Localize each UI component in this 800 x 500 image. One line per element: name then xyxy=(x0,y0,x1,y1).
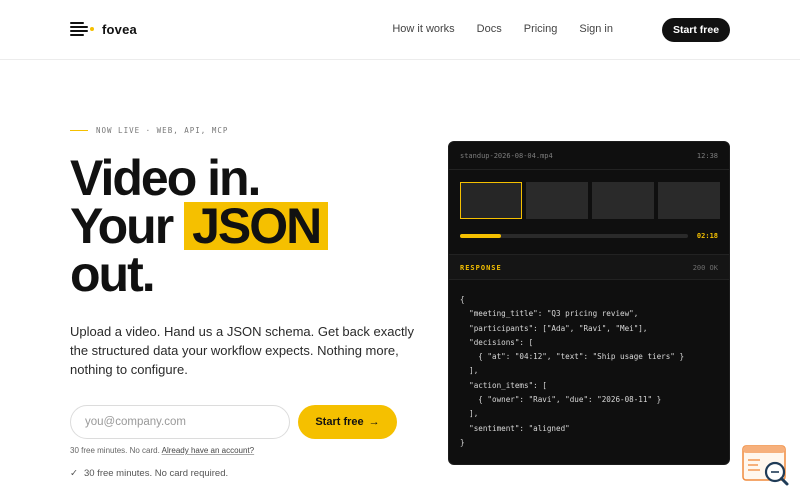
fine-print-text: 30 free minutes. No card. xyxy=(70,446,160,455)
nav-start-free-button[interactable]: Start free xyxy=(662,18,730,42)
demo-panel: standup-2026-08-04.mp4 12:38 02:18 RESPO… xyxy=(448,141,730,465)
search-document-icon[interactable] xyxy=(742,444,790,490)
eyebrow-line xyxy=(70,129,88,132)
video-progress-bar[interactable] xyxy=(460,234,688,238)
json-line: "decisions": [ xyxy=(460,337,534,347)
response-bar: RESPONSE 200 OK xyxy=(449,254,729,280)
video-progress-time: 02:18 xyxy=(696,232,718,240)
headline-line-1: Video in. xyxy=(70,150,261,206)
response-status: 200 OK xyxy=(692,264,718,272)
start-free-label: Start free xyxy=(315,416,364,428)
video-thumbnail[interactable] xyxy=(592,182,654,219)
json-line: "participants": ["Ada", "Ravi", "Mei"], xyxy=(460,323,648,333)
sign-in-link[interactable]: Already have an account? xyxy=(162,446,255,455)
video-thumbnail[interactable] xyxy=(658,182,720,219)
email-placeholder: you@company.com xyxy=(85,416,186,428)
nav-link-sign-in[interactable]: Sign in xyxy=(579,23,613,35)
brand-logo[interactable]: fovea xyxy=(70,21,137,37)
start-free-button[interactable]: Start free → xyxy=(298,405,397,439)
json-response: { "meeting_title": "Q3 pricing review", … xyxy=(460,293,684,450)
check-note-text: 30 free minutes. No card required. xyxy=(83,468,229,479)
check-note: ✓ 30 free minutes. No card required. xyxy=(70,468,228,479)
response-label: RESPONSE xyxy=(460,264,502,272)
headline-line-3: out. xyxy=(70,246,156,302)
headline-line-2: Your JSON xyxy=(70,201,329,251)
arrow-right-icon: → xyxy=(368,416,380,428)
fovea-logo-icon xyxy=(70,21,94,37)
nav-link-docs[interactable]: Docs xyxy=(477,23,502,35)
json-line: ], xyxy=(460,409,479,419)
video-thumbnail[interactable] xyxy=(526,182,588,219)
json-line: ], xyxy=(460,366,479,376)
video-filename: standup-2026-08-04.mp4 xyxy=(460,152,553,160)
eyebrow-text: NOW LIVE · WEB, API, MCP xyxy=(96,126,229,135)
video-thumbnail-active[interactable] xyxy=(460,182,522,219)
panel-header: standup-2026-08-04.mp4 12:38 xyxy=(449,142,729,170)
headline-json-highlight: JSON xyxy=(184,201,329,251)
fine-print: 30 free minutes. No card. Already have a… xyxy=(70,446,254,455)
hero-headline: Video in. Your JSON out. xyxy=(70,150,329,302)
json-line: "action_items": [ xyxy=(460,380,547,390)
json-line: { xyxy=(460,295,465,304)
json-line: } xyxy=(460,437,465,447)
hero-subtext: Upload a video. Hand us a JSON schema. G… xyxy=(70,324,414,377)
video-progress-fill xyxy=(460,234,502,238)
json-line: { "owner": "Ravi", "due": "2026-08-11" } xyxy=(460,395,662,405)
video-thumbnails xyxy=(460,182,720,219)
top-nav: fovea How it works Docs Pricing Sign in … xyxy=(0,0,800,60)
email-input[interactable]: you@company.com xyxy=(70,405,290,439)
brand-name: fovea xyxy=(102,21,137,37)
video-duration: 12:38 xyxy=(696,152,718,160)
nav-links: How it works Docs Pricing Sign in xyxy=(392,23,613,35)
nav-link-pricing[interactable]: Pricing xyxy=(524,23,558,35)
check-icon: ✓ xyxy=(70,468,78,479)
nav-link-how-it-works[interactable]: How it works xyxy=(392,23,454,35)
json-line: "meeting_title": "Q3 pricing review", xyxy=(460,309,639,319)
json-line: { "at": "04:12", "text": "Ship usage tie… xyxy=(460,352,685,362)
eyebrow: NOW LIVE · WEB, API, MCP xyxy=(70,126,228,135)
json-line: "sentiment": "aligned" xyxy=(460,423,570,433)
